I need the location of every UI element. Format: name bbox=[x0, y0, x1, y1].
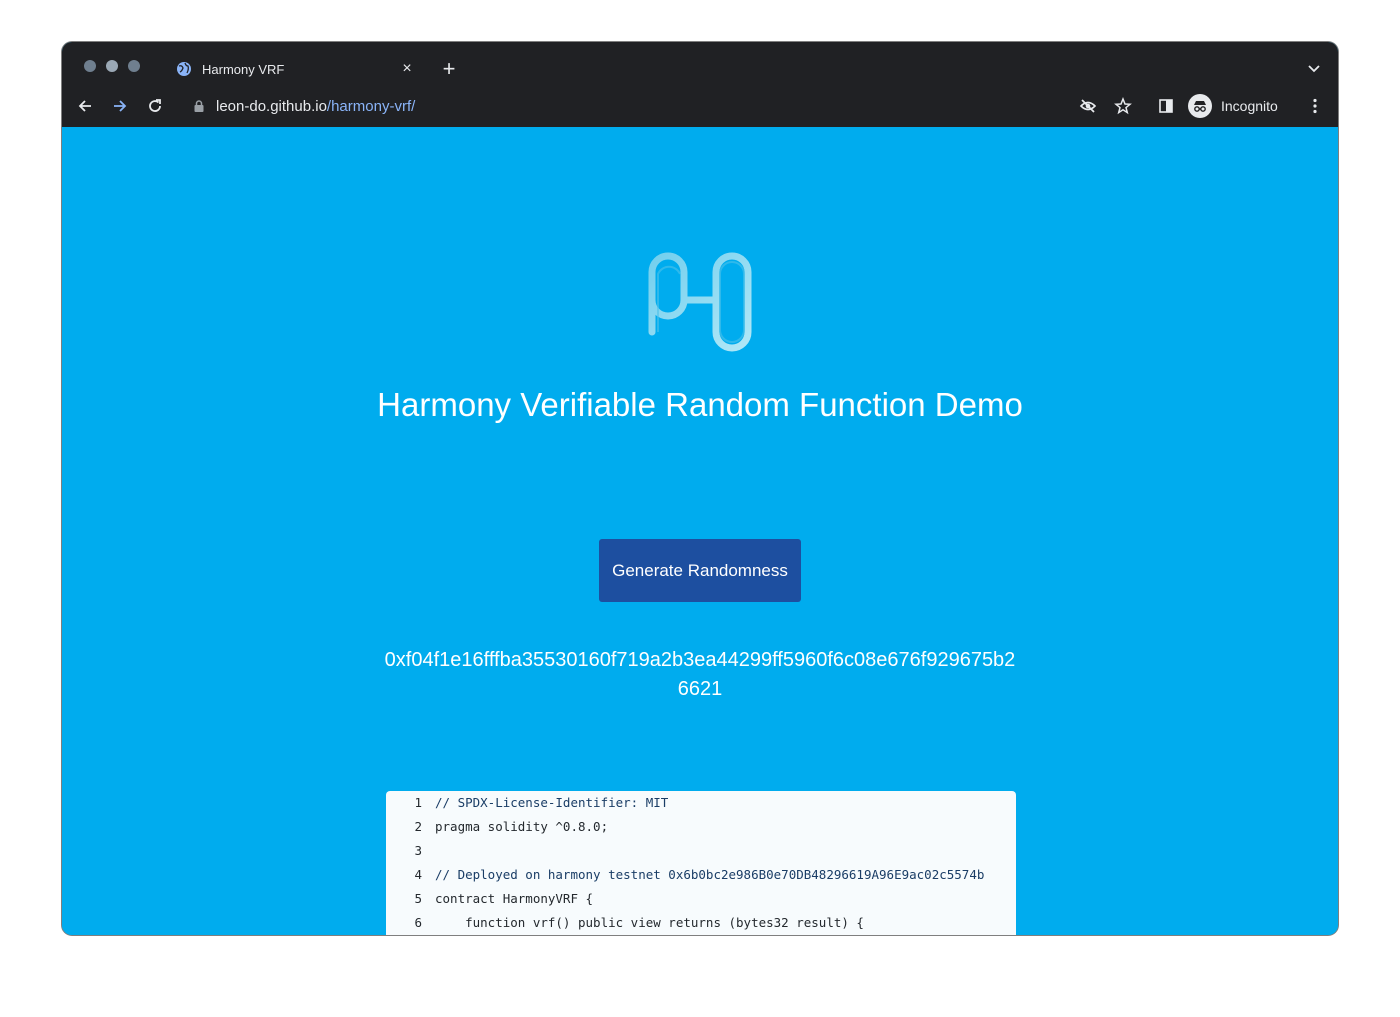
code-line: 1 // SPDX-License-Identifier: MIT bbox=[386, 791, 1016, 815]
eye-off-icon[interactable] bbox=[1077, 95, 1099, 117]
line-number: 6 bbox=[414, 915, 422, 930]
code-line: 6 function vrf() public view returns (by… bbox=[386, 911, 1016, 935]
browser-window: Harmony VRF × + leon-do.github.io /harmo… bbox=[62, 42, 1338, 935]
line-number: 5 bbox=[414, 891, 422, 906]
back-button[interactable] bbox=[73, 94, 97, 118]
code-block: 1 // SPDX-License-Identifier: MIT 2 pragma… bbox=[386, 791, 1016, 935]
lock-icon[interactable] bbox=[192, 99, 206, 113]
code-text: contract HarmonyVRF { bbox=[435, 891, 594, 906]
code-text: function vrf() public view returns (byte… bbox=[435, 915, 864, 930]
line-number: 4 bbox=[414, 867, 422, 882]
window-minimize-button[interactable] bbox=[106, 60, 118, 72]
star-icon[interactable] bbox=[1112, 95, 1134, 117]
code-text: // SPDX-License-Identifier: MIT bbox=[435, 795, 669, 810]
url-path: /harmony-vrf/ bbox=[326, 97, 416, 115]
chevron-down-icon[interactable] bbox=[1304, 58, 1324, 78]
code-line: 5 contract HarmonyVRF { bbox=[386, 887, 1016, 911]
code-text: pragma solidity ^0.8.0; bbox=[435, 819, 609, 834]
tab-title: Harmony VRF bbox=[202, 61, 285, 77]
code-line: 3 bbox=[386, 839, 1016, 863]
page-content: Harmony Verifiable Random Function Demo … bbox=[62, 127, 1338, 935]
url-host: leon-do.github.io bbox=[216, 97, 327, 115]
tab-close-icon[interactable]: × bbox=[396, 58, 418, 80]
forward-button[interactable] bbox=[108, 94, 132, 118]
code-line: 4 // Deployed on harmony testnet 0x6b0bc2… bbox=[386, 863, 1016, 887]
more-menu-icon[interactable] bbox=[1304, 95, 1326, 117]
code-text: // Deployed on harmony testnet 0x6b0bc2e… bbox=[435, 867, 985, 882]
side-panel-icon[interactable] bbox=[1155, 95, 1177, 117]
window-maximize-button[interactable] bbox=[128, 60, 140, 72]
tab-harmony-vrf[interactable]: Harmony VRF × bbox=[162, 52, 426, 86]
line-number: 3 bbox=[414, 843, 422, 858]
browser-chrome: Harmony VRF × + leon-do.github.io /harmo… bbox=[62, 42, 1338, 127]
globe-icon bbox=[177, 62, 191, 76]
arrow-right-icon bbox=[114, 100, 127, 112]
line-number: 2 bbox=[414, 819, 422, 834]
toolbar: leon-do.github.io/harmony-vrf/ Incognito bbox=[62, 86, 1338, 127]
incognito-icon bbox=[1188, 94, 1212, 118]
random-result-hash: 0xf04f1e16fffba35530160f719a2b3ea44299ff… bbox=[384, 649, 1016, 700]
generate-randomness-button[interactable]: Generate Randomness bbox=[599, 539, 801, 602]
incognito-profile-button[interactable]: Incognito bbox=[1188, 93, 1278, 119]
code-line: 2 pragma solidity ^0.8.0; bbox=[386, 815, 1016, 839]
page-title: Harmony Verifiable Random Function Demo bbox=[377, 386, 1023, 423]
harmony-logo-icon bbox=[648, 252, 752, 352]
incognito-label: Incognito bbox=[1221, 98, 1278, 114]
reload-icon bbox=[149, 99, 161, 112]
window-close-button[interactable] bbox=[84, 60, 96, 72]
line-number: 1 bbox=[414, 795, 422, 810]
reload-button[interactable] bbox=[143, 94, 167, 118]
address-bar[interactable]: leon-do.github.io/harmony-vrf/ bbox=[180, 92, 1180, 120]
new-tab-button[interactable]: + bbox=[436, 56, 462, 82]
arrow-left-icon bbox=[78, 100, 91, 112]
